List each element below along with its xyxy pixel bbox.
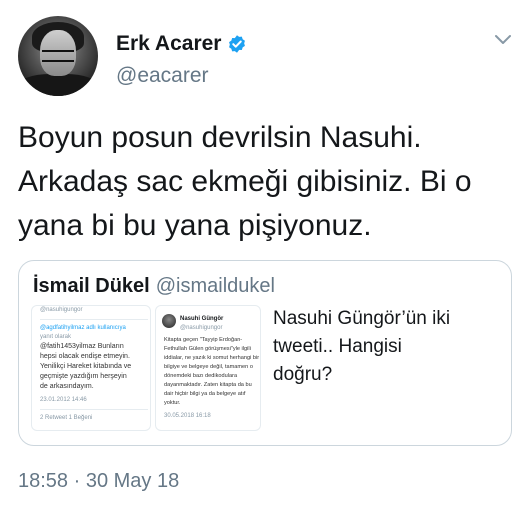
card-body-line: geçmişte yazdığım herşeyin [40,373,127,380]
card-body-line: bilgiye ve belgeye değil, tamamen o [164,364,253,370]
tweet-text-line: Arkadaş sac ekmeği gibisiniz. Bi o [18,165,472,198]
card-handle: @nasuhigungor [180,325,223,331]
quoted-image-right[interactable]: Nasuhi Güngör @nasuhigungor Kitapta geçe… [155,305,261,431]
quoted-text-line: Nasuhi Güngör’ün iki [273,308,451,329]
avatar[interactable] [18,16,98,96]
quoted-author-handle: @ismaildukel [155,275,275,297]
card-body-line: yoktur. [164,400,181,406]
card-body-line: de arkasındayım. [40,383,94,390]
quoted-tweet-header: İsmail Dükel @ismaildukel [33,275,275,298]
quoted-tweet-text: Nasuhi Güngör’ün iki tweeti.. Hangisi do… [273,305,499,389]
card-body-line: dayanmaktadır. Zaten kitapta da bu [164,382,252,388]
card-top-handle: @nasuhigungor [40,307,83,313]
author-handle[interactable]: @eacarer [116,64,209,88]
quoted-text-line: doğru? [273,364,333,385]
card-body-line: Fethullah Gülen görüşmesi"yle ilgili [164,346,251,352]
chevron-down-icon[interactable] [494,34,512,46]
author-name-row[interactable]: Erk Acarer [116,32,247,56]
tweet-timestamp[interactable]: 18:58 · 30 May 18 [18,470,179,493]
card-body-line: Kitapta geçen "Tayyip Erdoğan- [164,337,243,343]
card-body-line: dönemdeki bazı dedikodulara [164,373,238,379]
quoted-text-line: tweeti.. Hangisi [273,336,402,357]
card-reply-context: @agdfatihyilmaz adlı kullanıcıya [40,325,126,331]
tweet-text-line: Boyun posun devrilsin Nasuhi. [18,121,422,154]
quoted-tweet[interactable]: İsmail Dükel @ismaildukel @nasuhigungor … [18,260,512,446]
card-body-line: Yenilikçi Hareket kitabında ve [40,363,132,370]
quoted-image-left[interactable]: @nasuhigungor @agdfatihyilmaz adlı kulla… [31,305,151,431]
card-body-line: iddialar, ne yazık ki somut herhangi bir [164,355,260,361]
quoted-author-name: İsmail Dükel [33,275,150,297]
card-name: Nasuhi Güngör [180,316,224,322]
card-body-line: hepsi olacak endişe etmeyin. [40,353,130,360]
card-reply-label: yanıt olarak [40,334,72,340]
card-stats: 2 Retweet 1 Beğeni [40,415,93,421]
tweet-text-line: yana bi bu yana pişiyonuz. [18,209,372,242]
card-body-line: @fatih1453yilmaz Bunların [40,343,124,350]
author-display-name[interactable]: Erk Acarer [116,32,221,56]
card-body-line: dair hiçbir bilgi ya da belgeye atıf [164,391,246,397]
card-avatar [162,314,176,328]
tweet-text: Boyun posun devrilsin Nasuhi. Arkadaş sa… [18,116,518,248]
verified-badge-icon [229,35,246,53]
card-date: 30.05.2018 16:18 [164,413,211,419]
card-date: 23.01.2012 14:46 [40,397,87,403]
